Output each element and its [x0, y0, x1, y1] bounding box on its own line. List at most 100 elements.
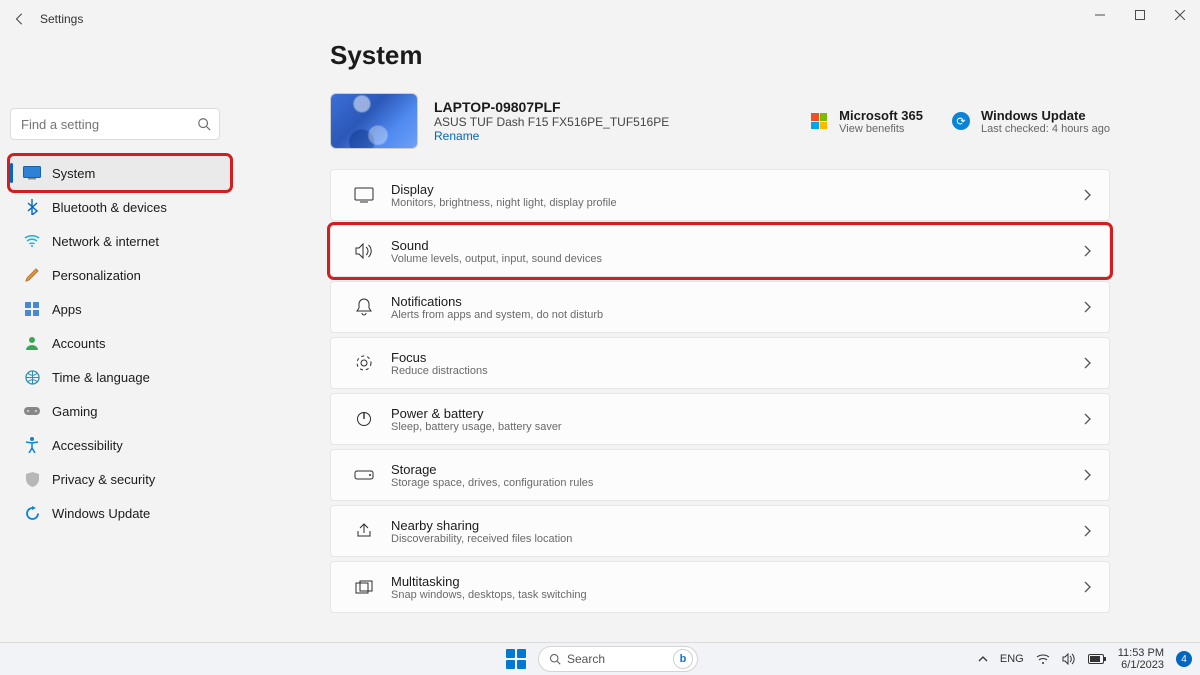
- sidebar-item-bluetooth[interactable]: Bluetooth & devices: [10, 190, 230, 224]
- taskbar-search-label: Search: [567, 652, 605, 666]
- apps-icon: [20, 302, 44, 316]
- card-sub: Snap windows, desktops, task switching: [391, 589, 587, 601]
- settings-search[interactable]: [10, 108, 220, 140]
- window-controls: [1080, 0, 1200, 30]
- wup-sub: Last checked: 4 hours ago: [981, 123, 1110, 135]
- system-icon: [20, 166, 44, 180]
- sidebar-item-time[interactable]: Time & language: [10, 360, 230, 394]
- m365-title: Microsoft 365: [839, 108, 923, 123]
- chevron-right-icon: [1083, 357, 1091, 369]
- close-button[interactable]: [1160, 0, 1200, 30]
- device-info: LAPTOP-09807PLF ASUS TUF Dash F15 FX516P…: [434, 99, 669, 143]
- tray-wifi-icon[interactable]: [1036, 654, 1050, 665]
- back-button[interactable]: [0, 12, 40, 26]
- sidebar: System Bluetooth & devices Network & int…: [10, 48, 230, 530]
- windows-update-icon: ⟳: [951, 111, 971, 131]
- sidebar-item-update[interactable]: Windows Update: [10, 496, 230, 530]
- chevron-right-icon: [1083, 245, 1091, 257]
- sidebar-item-system[interactable]: System: [10, 156, 230, 190]
- card-title: Focus: [391, 350, 488, 365]
- chevron-right-icon: [1083, 301, 1091, 313]
- taskbar-center: Search b: [502, 645, 698, 673]
- sidebar-item-accounts[interactable]: Accounts: [10, 326, 230, 360]
- sound-icon: [349, 243, 379, 259]
- card-power[interactable]: Power & batterySleep, battery usage, bat…: [330, 393, 1110, 445]
- wifi-icon: [20, 235, 44, 247]
- sidebar-item-label: System: [52, 166, 95, 181]
- card-multitasking[interactable]: MultitaskingSnap windows, desktops, task…: [330, 561, 1110, 613]
- system-tray: ENG 11:53 PM 6/1/2023 4: [978, 647, 1192, 671]
- card-display[interactable]: DisplayMonitors, brightness, night light…: [330, 169, 1110, 221]
- microsoft-365-link[interactable]: Microsoft 365 View benefits: [809, 108, 923, 135]
- tray-battery-icon[interactable]: [1088, 654, 1106, 664]
- device-header: LAPTOP-09807PLF ASUS TUF Dash F15 FX516P…: [330, 93, 1110, 149]
- accessibility-icon: [20, 437, 44, 453]
- windows-update-link[interactable]: ⟳ Windows Update Last checked: 4 hours a…: [951, 108, 1110, 135]
- tray-date: 6/1/2023: [1118, 659, 1164, 671]
- card-notifications[interactable]: NotificationsAlerts from apps and system…: [330, 281, 1110, 333]
- card-focus[interactable]: FocusReduce distractions: [330, 337, 1110, 389]
- device-thumbnail: [330, 93, 418, 149]
- page-title: System: [330, 40, 1110, 71]
- minimize-icon: [1095, 10, 1105, 20]
- tray-notifications-badge[interactable]: 4: [1176, 651, 1192, 667]
- sidebar-item-apps[interactable]: Apps: [10, 292, 230, 326]
- chevron-right-icon: [1083, 469, 1091, 481]
- card-nearby[interactable]: Nearby sharingDiscoverability, received …: [330, 505, 1110, 557]
- sidebar-item-label: Network & internet: [52, 234, 159, 249]
- titlebar: Settings: [0, 0, 1200, 38]
- search-icon: [549, 653, 561, 665]
- sidebar-item-privacy[interactable]: Privacy & security: [10, 462, 230, 496]
- card-storage[interactable]: StorageStorage space, drives, configurat…: [330, 449, 1110, 501]
- sidebar-nav: System Bluetooth & devices Network & int…: [10, 156, 230, 530]
- card-sound[interactable]: SoundVolume levels, output, input, sound…: [330, 225, 1110, 277]
- sidebar-item-label: Accounts: [52, 336, 105, 351]
- start-button[interactable]: [502, 645, 530, 673]
- sidebar-item-label: Windows Update: [52, 506, 150, 521]
- bell-icon: [349, 298, 379, 316]
- tray-chevron-icon[interactable]: [978, 655, 988, 663]
- card-title: Storage: [391, 462, 593, 477]
- sidebar-item-accessibility[interactable]: Accessibility: [10, 428, 230, 462]
- sidebar-item-personalization[interactable]: Personalization: [10, 258, 230, 292]
- chevron-right-icon: [1083, 413, 1091, 425]
- maximize-button[interactable]: [1120, 0, 1160, 30]
- sidebar-item-label: Time & language: [52, 370, 150, 385]
- window-title: Settings: [40, 12, 83, 26]
- bluetooth-icon: [20, 199, 44, 215]
- sidebar-item-label: Privacy & security: [52, 472, 155, 487]
- device-model: ASUS TUF Dash F15 FX516PE_TUF516PE: [434, 115, 669, 129]
- sidebar-item-label: Gaming: [52, 404, 98, 419]
- taskbar-search[interactable]: Search b: [538, 646, 698, 672]
- sidebar-item-label: Personalization: [52, 268, 141, 283]
- card-title: Nearby sharing: [391, 518, 572, 533]
- sidebar-item-label: Accessibility: [52, 438, 123, 453]
- header-right: Microsoft 365 View benefits ⟳ Windows Up…: [809, 108, 1110, 135]
- display-icon: [349, 187, 379, 203]
- device-name: LAPTOP-09807PLF: [434, 99, 669, 115]
- rename-link[interactable]: Rename: [434, 129, 669, 143]
- tray-language[interactable]: ENG: [1000, 653, 1024, 665]
- sidebar-item-label: Apps: [52, 302, 82, 317]
- paintbrush-icon: [20, 267, 44, 283]
- card-sub: Reduce distractions: [391, 365, 488, 377]
- sidebar-item-label: Bluetooth & devices: [52, 200, 167, 215]
- minimize-button[interactable]: [1080, 0, 1120, 30]
- tray-volume-icon[interactable]: [1062, 653, 1076, 665]
- sidebar-item-gaming[interactable]: Gaming: [10, 394, 230, 428]
- chevron-right-icon: [1083, 525, 1091, 537]
- card-sub: Sleep, battery usage, battery saver: [391, 421, 562, 433]
- update-icon: [20, 506, 44, 521]
- tray-clock[interactable]: 11:53 PM 6/1/2023: [1118, 647, 1164, 671]
- close-icon: [1175, 10, 1185, 20]
- card-sub: Discoverability, received files location: [391, 533, 572, 545]
- globe-clock-icon: [20, 370, 44, 385]
- focus-icon: [349, 354, 379, 372]
- microsoft-365-icon: [809, 111, 829, 131]
- sidebar-item-network[interactable]: Network & internet: [10, 224, 230, 258]
- search-input[interactable]: [21, 117, 189, 132]
- maximize-icon: [1135, 10, 1145, 20]
- gamepad-icon: [20, 405, 44, 417]
- card-title: Notifications: [391, 294, 603, 309]
- wup-title: Windows Update: [981, 108, 1110, 123]
